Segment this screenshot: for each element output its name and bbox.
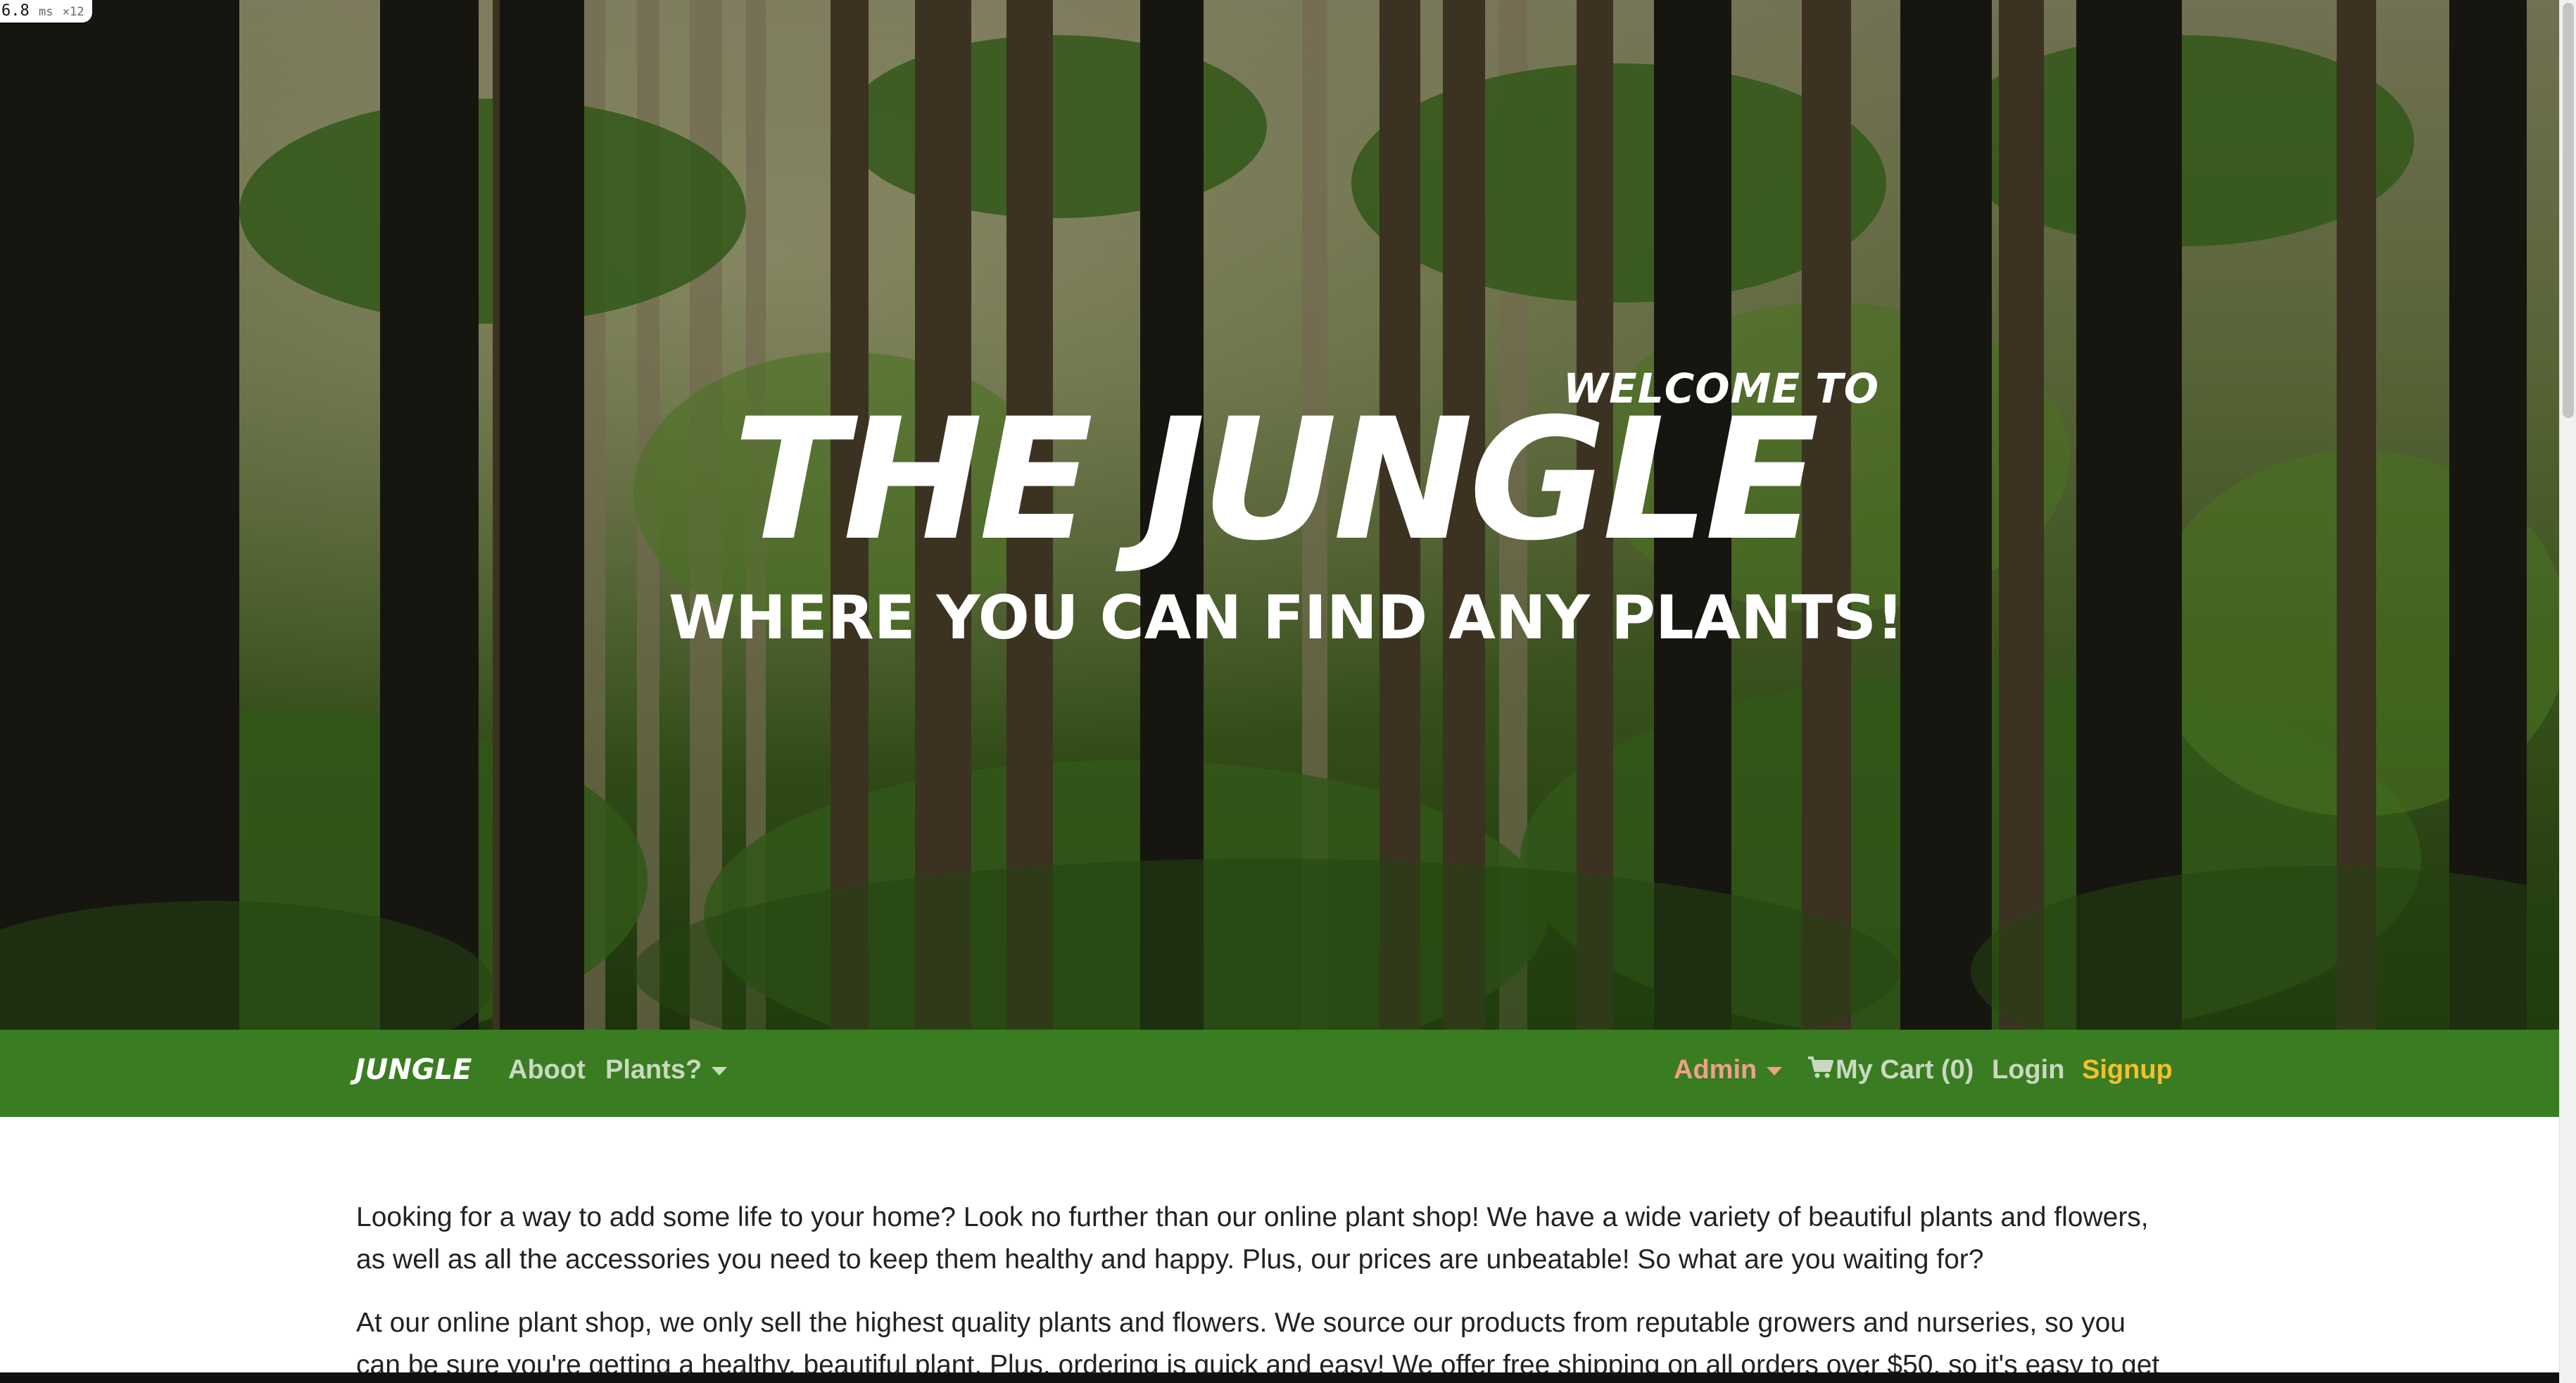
intro-paragraph-2: At our online plant shop, we only sell t… — [356, 1308, 2160, 1380]
caret-down-icon — [1767, 1066, 1783, 1075]
perf-unit: ms — [39, 5, 53, 19]
perf-multiplier: ×12 — [62, 5, 84, 19]
nav-link-cart[interactable]: My Cart (0) — [1807, 1055, 1974, 1087]
nav-dropdown-admin[interactable]: Admin — [1674, 1055, 1783, 1085]
nav-link-cart-label: My Cart (0) — [1836, 1055, 1974, 1085]
nav-link-signup[interactable]: Signup — [2082, 1055, 2173, 1085]
hero-main-title: THE JUNGLE — [733, 383, 1819, 578]
intro-content: Looking for a way to add some life to yo… — [356, 1196, 2172, 1383]
intro-paragraph-1: Looking for a way to add some life to yo… — [356, 1202, 2149, 1275]
main-navbar: JUNGLE Aboot Plants? Admin My Cart (0) L… — [0, 1030, 2559, 1117]
nav-dropdown-plants[interactable]: Plants? — [605, 1055, 728, 1085]
perf-value: 6.8 — [1, 2, 30, 20]
scrollbar-thumb[interactable] — [2563, 3, 2574, 418]
hero-subtitle: WHERE YOU CAN FIND ANY PLANTS! — [669, 583, 1905, 653]
navbar-container: JUNGLE Aboot Plants? Admin My Cart (0) L… — [355, 1030, 2173, 1117]
hero-banner: WELCOME TO THE JUNGLE WHERE YOU CAN FIND… — [0, 0, 2559, 1030]
nav-link-about[interactable]: Aboot — [508, 1055, 586, 1085]
hero-title-block: WELCOME TO THE JUNGLE WHERE YOU CAN FIND… — [662, 359, 1905, 669]
shopping-cart-icon — [1807, 1056, 1834, 1087]
nav-dropdown-plants-label: Plants? — [605, 1055, 702, 1085]
nav-link-login[interactable]: Login — [1992, 1055, 2064, 1085]
caret-down-icon — [712, 1066, 728, 1075]
window-bottom-edge — [0, 1372, 2559, 1383]
vertical-scrollbar[interactable] — [2559, 0, 2576, 1383]
performance-counter-badge: 6.8 ms ×12 — [0, 0, 93, 23]
brand-logo-link[interactable]: JUNGLE — [355, 1054, 472, 1086]
page: WELCOME TO THE JUNGLE WHERE YOU CAN FIND… — [0, 0, 2576, 1383]
nav-dropdown-admin-label: Admin — [1674, 1055, 1757, 1085]
